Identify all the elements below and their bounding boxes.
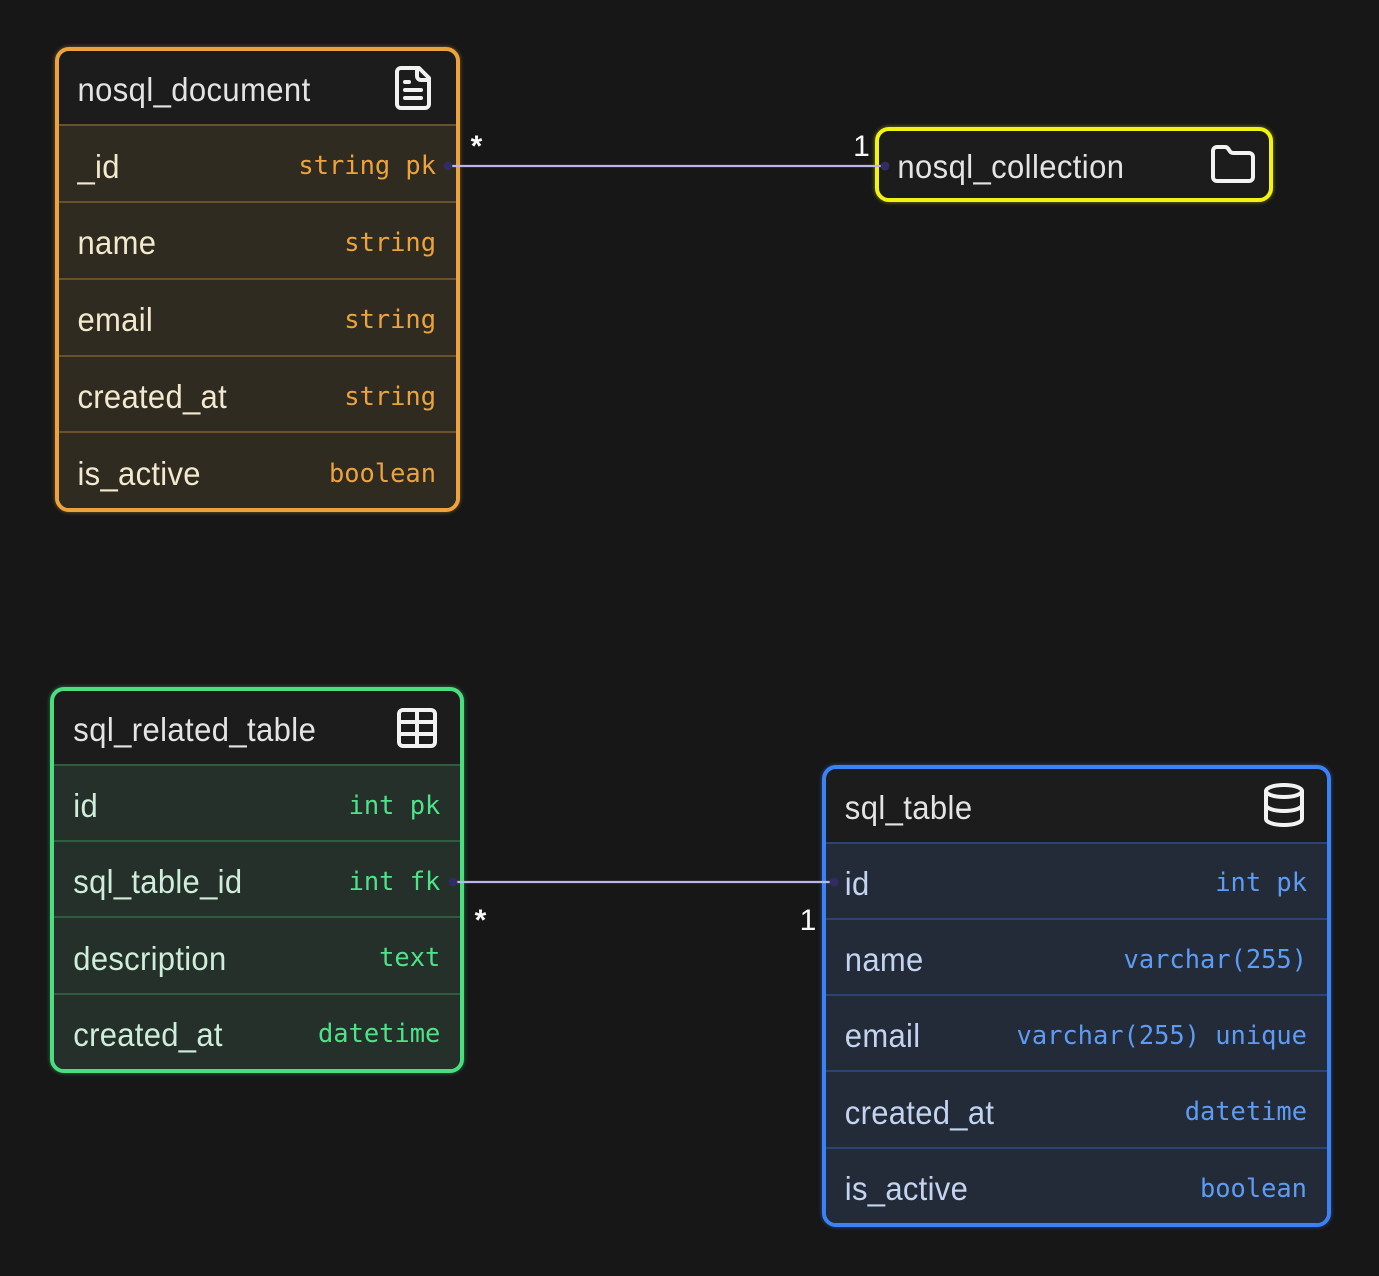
table-row-created_at[interactable]: created_at string bbox=[58, 354, 456, 432]
table-row-email[interactable]: email varchar(255) unique bbox=[825, 994, 1327, 1071]
field-name: sql_table_id bbox=[73, 862, 243, 901]
table-row-_id[interactable]: _id string pk bbox=[58, 124, 456, 201]
table-row-is_active[interactable]: is_active boolean bbox=[58, 431, 456, 509]
table-row-sql_table_id[interactable]: sql_table_id int fk bbox=[54, 840, 461, 917]
field-name: email bbox=[844, 1016, 921, 1055]
table-row-description[interactable]: description text bbox=[54, 916, 461, 993]
field-type: boolean bbox=[1199, 1172, 1307, 1203]
table-row-name[interactable]: name string bbox=[58, 200, 456, 278]
file-text-icon bbox=[389, 64, 437, 112]
field-name: id bbox=[844, 863, 870, 903]
relationship-edge[interactable]: * 1 bbox=[443, 130, 890, 171]
field-name: _id bbox=[77, 146, 120, 186]
field-type: varchar(255) bbox=[1123, 943, 1307, 974]
cardinality-label: 1 bbox=[800, 904, 817, 937]
field-type: string pk bbox=[298, 150, 436, 181]
table-row-id[interactable]: id int pk bbox=[825, 841, 1327, 918]
table-row-email[interactable]: email string bbox=[58, 277, 456, 355]
table-icon bbox=[393, 704, 441, 752]
table-node-nosql-document[interactable]: nosql_document _id string pk name string ema… bbox=[54, 47, 460, 513]
table-title: sql_table bbox=[844, 787, 973, 826]
table-row-is_active[interactable]: is_active boolean bbox=[825, 1146, 1327, 1223]
field-type: int pk bbox=[1215, 867, 1307, 898]
table-node-nosql-collection[interactable]: nosql_collection bbox=[875, 127, 1274, 203]
table-header[interactable]: sql_table bbox=[826, 769, 1327, 842]
cardinality-label: * bbox=[475, 904, 487, 937]
field-name: is_active bbox=[844, 1169, 969, 1208]
field-type: datetime bbox=[318, 1018, 441, 1049]
field-type: boolean bbox=[328, 457, 436, 488]
table-title: nosql_document bbox=[77, 70, 311, 109]
table-header[interactable]: nosql_document bbox=[59, 51, 457, 124]
field-name: email bbox=[77, 300, 154, 339]
field-type: string bbox=[344, 303, 436, 334]
field-type: string bbox=[344, 227, 436, 258]
table-header[interactable]: nosql_collection bbox=[879, 131, 1269, 198]
field-name: created_at bbox=[844, 1092, 995, 1131]
table-row-created_at[interactable]: created_at datetime bbox=[825, 1070, 1327, 1147]
field-name: created_at bbox=[73, 1014, 223, 1054]
table-row-id[interactable]: id int pk bbox=[54, 764, 461, 841]
relationship-edge[interactable]: * 1 bbox=[448, 877, 839, 937]
table-node-sql-related-table[interactable]: sql_related_table id int pk sql_table_id in… bbox=[50, 687, 465, 1073]
field-name: description bbox=[73, 938, 227, 977]
field-type: text bbox=[379, 942, 441, 973]
table-node-sql-table[interactable]: sql_table id int pk name varchar(255) email v… bbox=[821, 764, 1331, 1227]
field-type: varchar(255) unique bbox=[1016, 1020, 1307, 1051]
field-type: int fk bbox=[348, 866, 441, 897]
field-type: string bbox=[344, 380, 436, 411]
table-header[interactable]: sql_related_table bbox=[54, 691, 460, 764]
cardinality-label: 1 bbox=[853, 130, 870, 163]
table-title: nosql_collection bbox=[897, 147, 1125, 186]
table-row-created_at[interactable]: created_at datetime bbox=[54, 992, 461, 1069]
cardinality-label: * bbox=[471, 130, 483, 163]
field-type: int pk bbox=[348, 790, 441, 821]
field-name: name bbox=[844, 940, 924, 979]
folder-icon bbox=[1209, 141, 1257, 189]
field-name: created_at bbox=[77, 377, 227, 416]
table-row-name[interactable]: name varchar(255) bbox=[825, 917, 1327, 995]
field-name: is_active bbox=[77, 454, 201, 493]
table-title: sql_related_table bbox=[73, 710, 317, 749]
diagram-canvas[interactable]: nosql_document _id string pk name string ema… bbox=[0, 0, 1379, 1276]
field-name: name bbox=[77, 223, 157, 262]
field-type: datetime bbox=[1184, 1096, 1307, 1127]
field-name: id bbox=[73, 786, 99, 825]
database-icon bbox=[1260, 781, 1308, 829]
